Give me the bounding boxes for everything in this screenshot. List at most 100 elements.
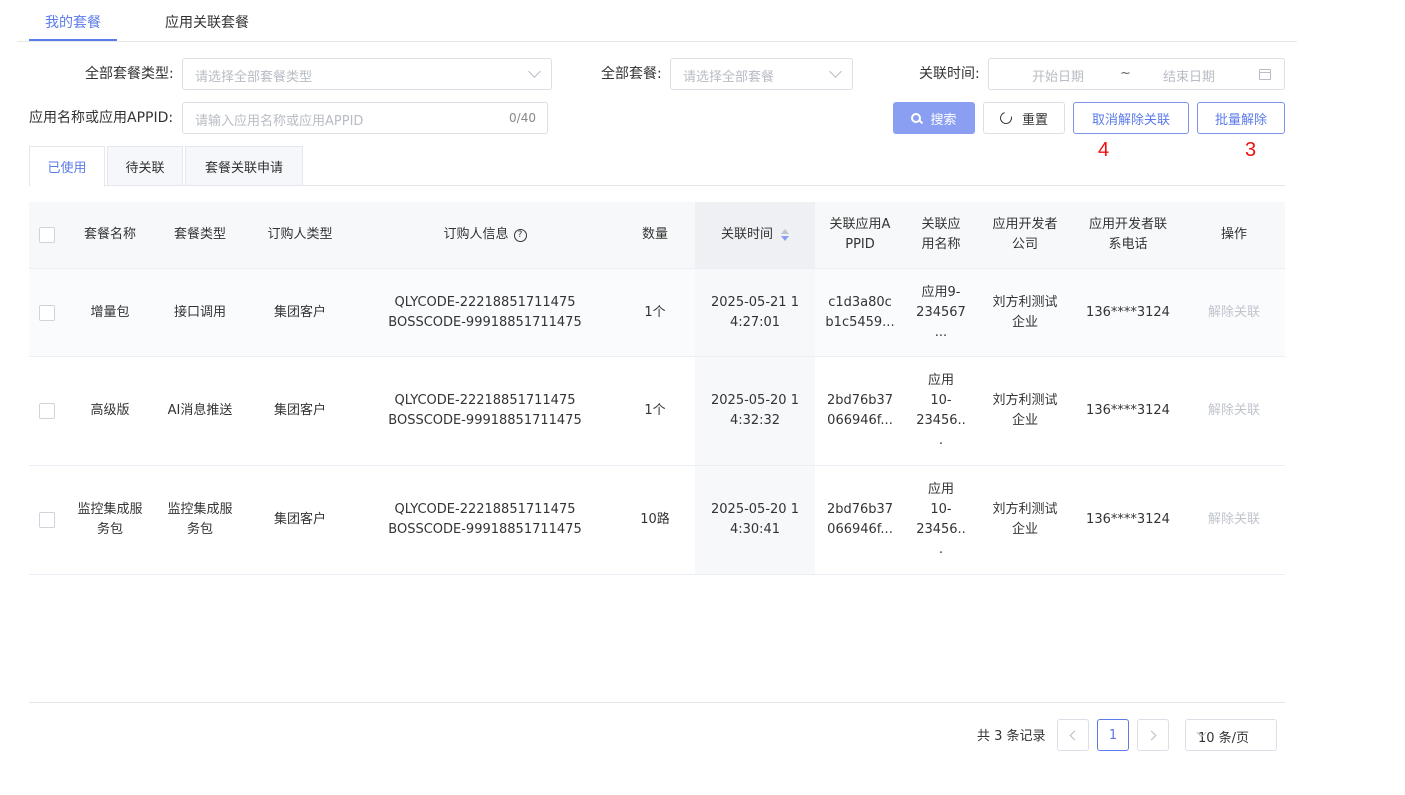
app-name: 应用 10- 23456... <box>916 482 966 557</box>
col-appid: 关联应用A PPID <box>829 217 891 252</box>
start-date-input[interactable]: 开始日期 <box>1032 66 1084 85</box>
col-actions: 操作 <box>1220 227 1247 242</box>
buyer-info: QLYCODE-22218851711475 BOSSCODE-999188517… <box>388 502 582 537</box>
app-name: 应用 10- 23456... <box>916 373 966 448</box>
status-tabs: 已使用 待关联 套餐关联申请 <box>29 146 1285 187</box>
page-1-button[interactable]: 1 <box>1097 719 1129 751</box>
package-type-placeholder: 请选择全部套餐类型 <box>195 70 313 85</box>
package-label: 全部套餐: <box>601 66 662 82</box>
col-package-type: 套餐类型 <box>173 227 226 242</box>
dev-phone: 136****3124 <box>1086 304 1170 320</box>
date-separator: ~ <box>1120 66 1131 81</box>
active-tab-indicator <box>29 39 117 41</box>
buyer-type: 集团客户 <box>273 403 326 418</box>
calendar-icon <box>1259 69 1271 80</box>
buyer-info: QLYCODE-22218851711475 BOSSCODE-999188517… <box>388 393 582 428</box>
package-placeholder: 请选择全部套餐 <box>683 70 775 85</box>
app-search-input[interactable]: 请输入应用名称或应用APPID 0/40 <box>182 102 548 134</box>
next-page-button[interactable] <box>1137 719 1169 751</box>
table-header: 套餐名称 套餐类型 订购人类型 订购人信息 ? 数量 关联时间 关联应用A PP… <box>29 202 1285 269</box>
batch-unbind-button[interactable]: 批量解除 <box>1197 102 1285 134</box>
appid: c1d3a80c b1c5459... <box>825 294 895 330</box>
col-buyer-info-label: 订购人信息 <box>443 227 509 242</box>
col-link-time[interactable]: 关联时间 <box>695 202 815 268</box>
chevron-down-icon <box>528 65 541 78</box>
link-time: 2025-05-20 1 4:32:32 <box>695 357 815 465</box>
package-type-label: 全部套餐类型: <box>85 66 174 82</box>
tab-my-packages[interactable]: 我的套餐 <box>45 12 101 32</box>
table-row: 高级版 AI消息推送 集团客户 QLYCODE-22218851711475 BO… <box>29 357 1285 466</box>
tab-app-linked-packages[interactable]: 应用关联套餐 <box>165 12 249 32</box>
dev-phone: 136****3124 <box>1086 512 1170 527</box>
refresh-icon <box>997 109 1015 127</box>
tab-pending[interactable]: 待关联 <box>107 146 183 186</box>
top-tabs: 我的套餐 应用关联套餐 <box>17 0 1297 42</box>
end-date-input[interactable]: 结束日期 <box>1163 66 1215 85</box>
tab-link-applications[interactable]: 套餐关联申请 <box>185 146 303 186</box>
page-size-label: 10 条/页 <box>1198 731 1250 746</box>
link-time: 2025-05-20 1 4:30:41 <box>695 466 815 574</box>
app-name: 应用9- 234567... <box>916 284 966 340</box>
col-buyer-info: 订购人信息 ? <box>355 202 615 268</box>
search-icon <box>911 113 922 123</box>
dev-phone: 136****3124 <box>1086 403 1170 418</box>
chevron-down-icon <box>829 65 842 78</box>
package-select[interactable]: 请选择全部套餐 <box>670 58 853 90</box>
quantity: 10路 <box>640 512 670 527</box>
link-time: 2025-05-21 1 4:27:01 <box>695 269 815 356</box>
col-dev-phone: 应用开发者联 系电话 <box>1088 217 1167 252</box>
total-records: 共 3 条记录 <box>977 729 1046 744</box>
dev-company: 刘方利测试 企业 <box>992 502 1058 537</box>
sort-icon[interactable] <box>781 228 789 242</box>
reset-button-label: 重置 <box>1021 112 1048 128</box>
page-size-select[interactable]: 10 条/页 <box>1185 719 1277 751</box>
package-type: 接口调用 <box>173 304 226 320</box>
buyer-type: 集团客户 <box>273 512 326 527</box>
select-all-checkbox[interactable] <box>39 227 55 243</box>
unbind-link[interactable]: 解除关联 <box>1208 303 1260 323</box>
package-name: 监控集成服 务包 <box>77 502 143 537</box>
col-buyer-type: 订购人类型 <box>267 227 333 242</box>
unbind-link[interactable]: 解除关联 <box>1208 401 1260 421</box>
quantity: 1个 <box>644 403 666 418</box>
package-type: 监控集成服 务包 <box>167 502 233 537</box>
dev-company: 刘方利测试 企业 <box>992 294 1058 330</box>
select-all-cell <box>29 202 65 268</box>
tab-used[interactable]: 已使用 <box>29 146 105 187</box>
time-label: 关联时间: <box>919 66 980 82</box>
buyer-type: 集团客户 <box>273 304 326 320</box>
appid: 2bd76b37 066946f... <box>826 502 894 537</box>
package-name: 高级版 <box>90 403 130 418</box>
package-type: AI消息推送 <box>167 403 233 418</box>
quantity: 1个 <box>644 304 666 320</box>
char-count: 0/40 <box>509 111 536 125</box>
cancel-unbind-button[interactable]: 取消解除关联 <box>1073 102 1189 134</box>
date-range-picker[interactable]: 开始日期 ~ 结束日期 <box>988 58 1285 90</box>
search-button-label: 搜索 <box>930 112 957 128</box>
help-icon[interactable]: ? <box>513 228 527 242</box>
chevron-left-icon <box>1069 730 1080 740</box>
col-quantity: 数量 <box>641 227 668 242</box>
app-search-placeholder: 请输入应用名称或应用APPID <box>195 114 364 129</box>
row-checkbox[interactable] <box>39 403 55 419</box>
row-checkbox[interactable] <box>39 304 55 321</box>
appid: 2bd76b37 066946f... <box>826 393 894 428</box>
app-label: 应用名称或应用APPID: <box>29 110 174 126</box>
col-package-name: 套餐名称 <box>83 227 136 242</box>
package-type-select[interactable]: 请选择全部套餐类型 <box>182 58 552 90</box>
buyer-info: QLYCODE-22218851711475 BOSSCODE-999188517… <box>388 294 582 330</box>
table-row: 增量包 接口调用 集团客户 QLYCODE-22218851711475 BOSS… <box>29 269 1285 357</box>
table-row: 监控集成服 务包 监控集成服 务包 集团客户 QLYCODE-22218851711… <box>29 466 1285 575</box>
pagination-divider <box>29 702 1285 703</box>
col-app-name: 关联应 用名称 <box>921 217 961 252</box>
package-name: 增量包 <box>90 304 130 320</box>
unbind-link[interactable]: 解除关联 <box>1208 510 1260 530</box>
col-dev-company: 应用开发者 公司 <box>992 217 1058 252</box>
prev-page-button[interactable] <box>1057 719 1089 751</box>
search-button[interactable]: 搜索 <box>893 102 975 134</box>
row-checkbox[interactable] <box>39 512 55 528</box>
chevron-right-icon <box>1146 730 1157 740</box>
col-link-time-label: 关联时间 <box>720 227 773 242</box>
dev-company: 刘方利测试 企业 <box>992 393 1058 428</box>
reset-button[interactable]: 重置 <box>983 102 1065 134</box>
